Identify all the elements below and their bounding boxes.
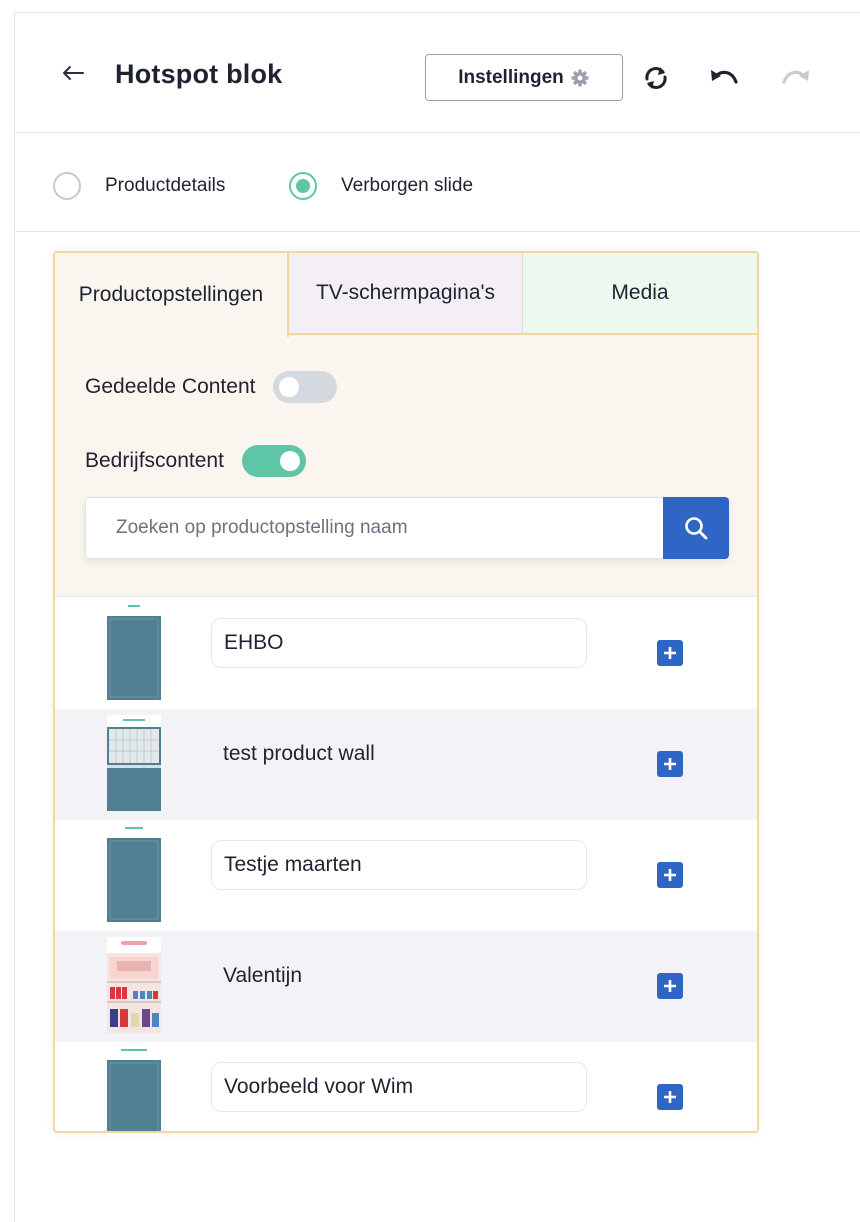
list-item[interactable]: Valentijn (55, 931, 757, 1042)
company-content-toggle[interactable] (241, 445, 306, 477)
company-content-toggle-row: Bedrijfscontent (85, 445, 306, 477)
item-name: test product wall (223, 742, 375, 765)
add-button[interactable] (657, 640, 683, 666)
radio-productdetails[interactable]: Productdetails (53, 172, 225, 200)
plus-icon (664, 758, 676, 770)
item-name: EHBO (211, 618, 587, 668)
radio-circle[interactable] (53, 172, 81, 200)
add-button[interactable] (657, 751, 683, 777)
list-item[interactable]: Voorbeeld voor Wim (55, 1042, 757, 1131)
item-name: Testje maarten (211, 840, 587, 890)
list-item[interactable]: test product wall (55, 709, 757, 820)
app-frame: Hotspot blok Instellingen Productdetails… (14, 12, 860, 1222)
radio-label: Verborgen slide (341, 175, 474, 196)
add-button[interactable] (657, 1084, 683, 1110)
product-wall-thumbnail (107, 715, 161, 811)
tab-media[interactable]: Media (523, 253, 757, 335)
search-box (85, 497, 729, 559)
shared-content-toggle-row: Gedeelde Content (85, 371, 338, 403)
shared-content-toggle[interactable] (273, 371, 338, 403)
empty-shelf-thumbnail (107, 1048, 161, 1131)
search-icon (685, 517, 708, 540)
plus-icon (664, 980, 676, 992)
plus-icon (664, 1091, 676, 1103)
item-name: Voorbeeld voor Wim (211, 1062, 587, 1112)
refresh-icon[interactable] (639, 63, 673, 93)
search-button[interactable] (663, 497, 729, 559)
settings-button[interactable]: Instellingen (425, 54, 623, 101)
company-content-label: Bedrijfscontent (85, 449, 224, 472)
product-arrangement-list: EHBO test product wall Testje maarten Va… (55, 598, 757, 1131)
radio-label: Productdetails (105, 175, 226, 196)
filter-area: Gedeelde Content Bedrijfscontent (55, 335, 757, 597)
valentine-shelf-thumbnail (107, 937, 161, 1033)
plus-icon (664, 869, 676, 881)
header: Hotspot blok Instellingen (15, 13, 860, 133)
tab-bar: Productopstellingen TV-schermpagina's Me… (55, 253, 757, 337)
toggle-knob (279, 451, 300, 471)
add-button[interactable] (657, 862, 683, 888)
list-item[interactable]: Testje maarten (55, 820, 757, 931)
list-item[interactable]: EHBO (55, 598, 757, 709)
plus-icon (664, 647, 676, 659)
radio-circle-selected[interactable] (289, 172, 317, 200)
add-button[interactable] (657, 973, 683, 999)
page-title: Hotspot blok (115, 59, 283, 89)
item-name: Valentijn (223, 964, 302, 987)
toggle-knob (279, 377, 300, 397)
content-picker-panel: Productopstellingen TV-schermpagina's Me… (53, 251, 759, 1133)
search-input[interactable] (85, 497, 663, 559)
undo-icon[interactable] (707, 63, 741, 93)
tab-tv-schermpaginas[interactable]: TV-schermpagina's (289, 253, 523, 335)
settings-button-label: Instellingen (458, 66, 564, 88)
gear-icon (570, 68, 590, 88)
slide-type-radio-group: Productdetails Verborgen slide (15, 134, 860, 232)
tab-productopstellingen[interactable]: Productopstellingen (55, 253, 289, 337)
back-arrow-icon[interactable] (59, 59, 87, 87)
empty-shelf-thumbnail (107, 826, 161, 922)
empty-shelf-thumbnail (107, 604, 161, 700)
redo-icon[interactable] (779, 63, 813, 93)
radio-verborgen-slide[interactable]: Verborgen slide (289, 172, 473, 200)
shared-content-label: Gedeelde Content (85, 375, 256, 398)
